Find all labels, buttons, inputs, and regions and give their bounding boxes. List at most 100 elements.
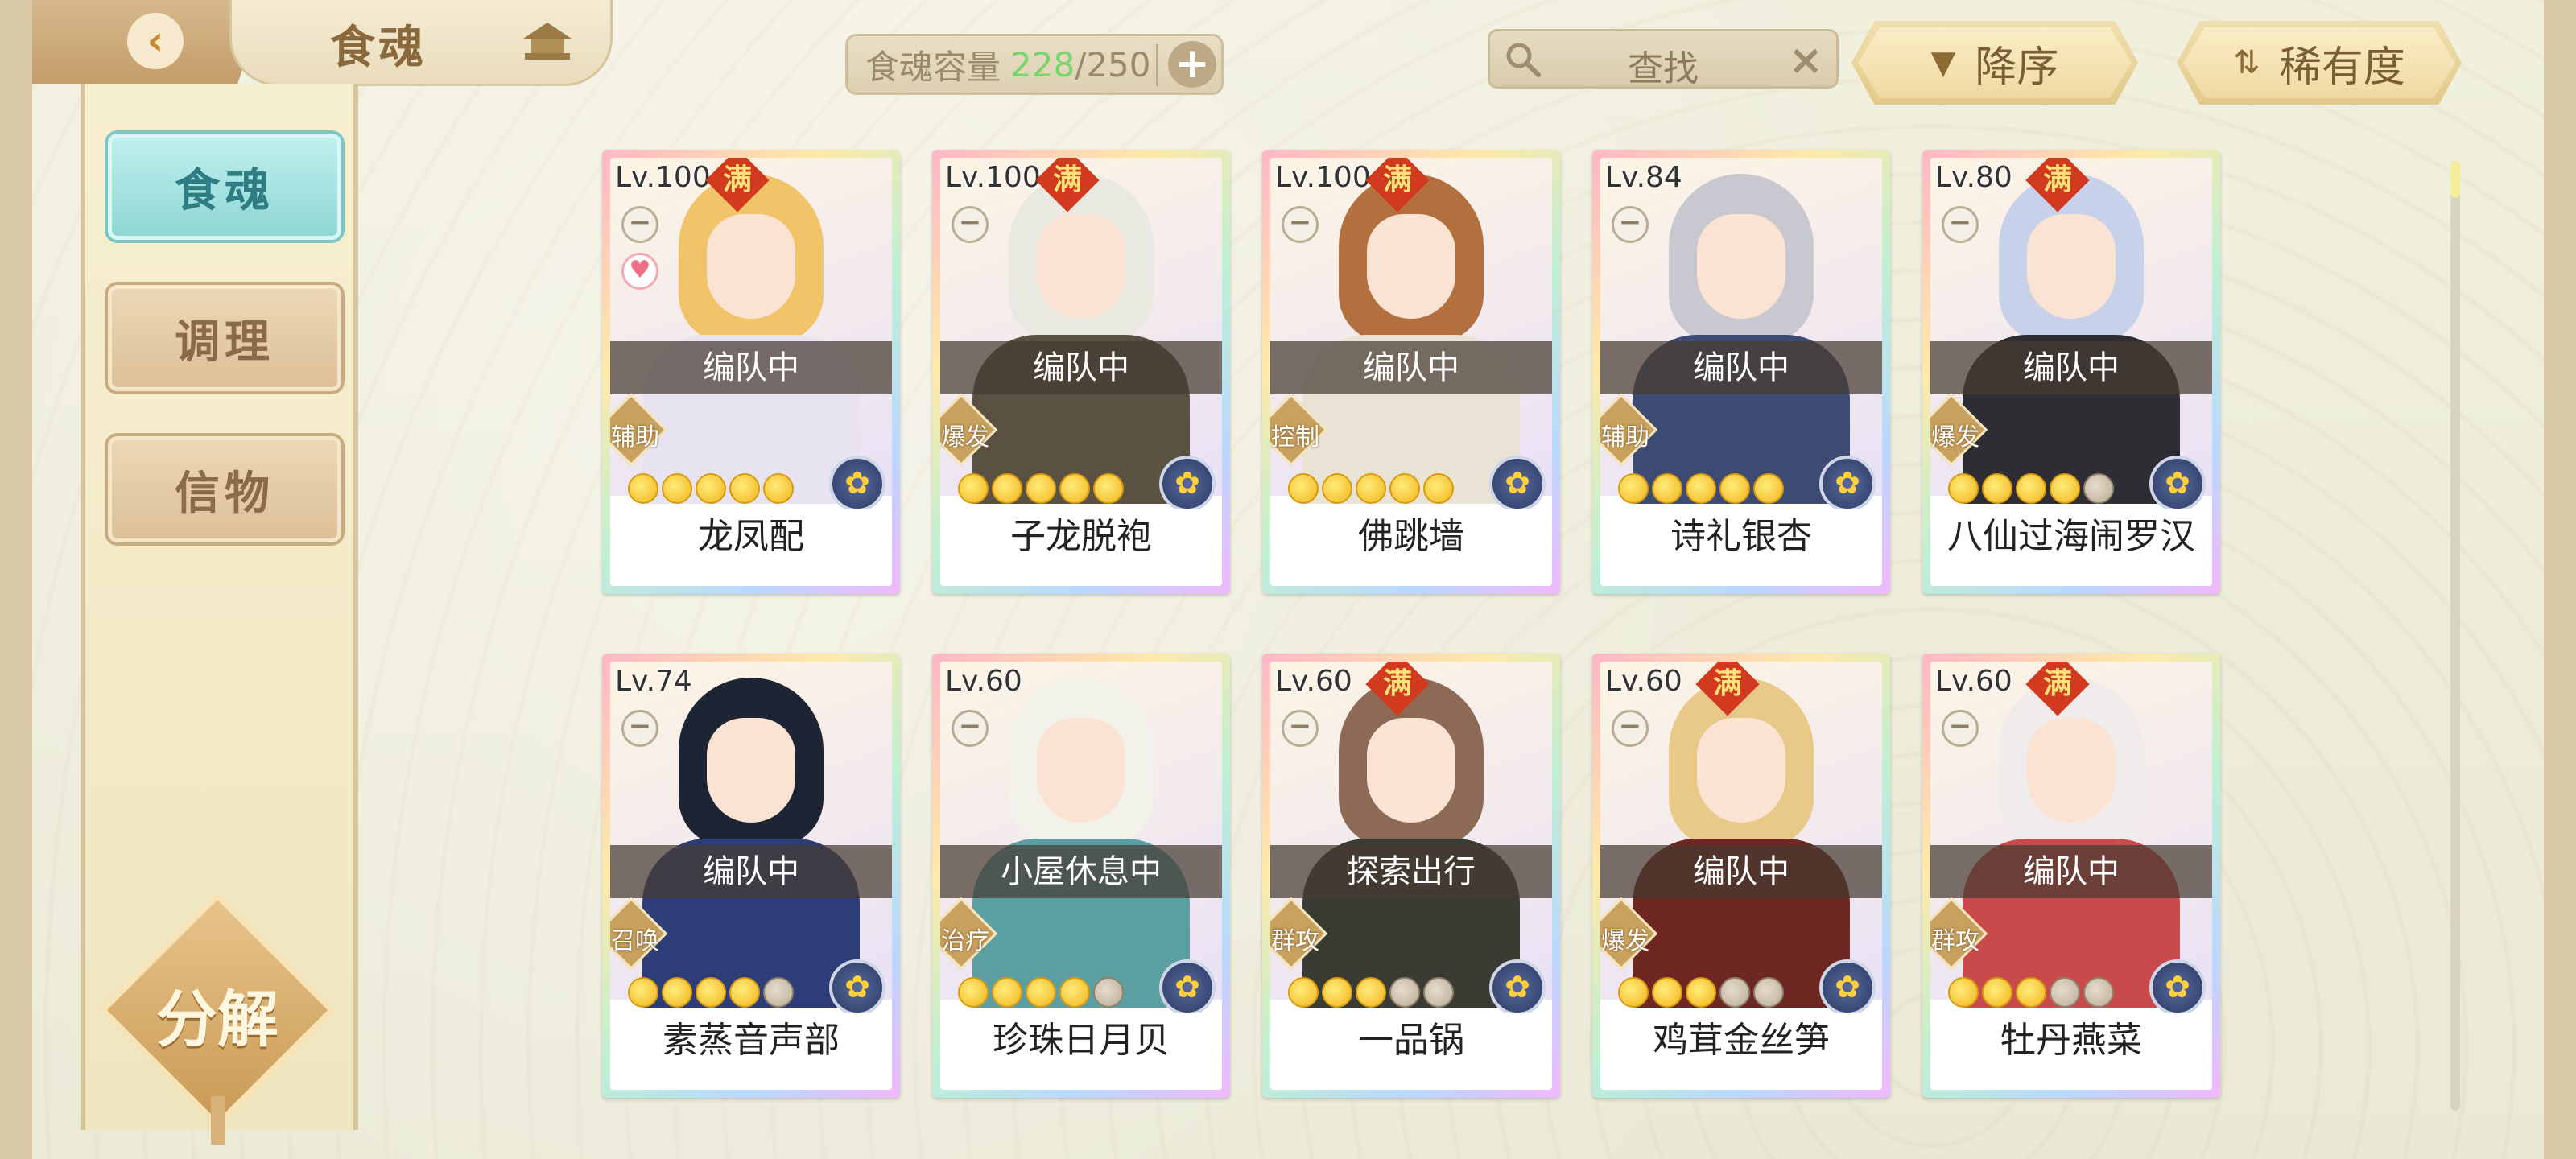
food-soul-card[interactable]: Lv.84 − 编队中 辅助 ✿ 诗礼银杏	[1592, 150, 1890, 594]
star-gem-icon	[1026, 977, 1056, 1008]
food-soul-card[interactable]: Lv.100 满 − 编队中 控制 ✿ 佛跳墙	[1262, 150, 1560, 594]
flower-icon: ✿	[829, 456, 886, 512]
card-inner: Lv.80 满 − 编队中 爆发 ✿ 八仙过海闹罗汉	[1930, 158, 2212, 586]
star-rating	[1618, 977, 1784, 1008]
star-gem-icon	[2050, 977, 2080, 1008]
lock-toggle-icon[interactable]: −	[952, 206, 989, 243]
card-name: 鸡茸金丝笋	[1600, 1013, 1882, 1069]
flower-icon: ✿	[1489, 959, 1546, 1016]
chevron-left-icon[interactable]: ‹	[127, 13, 184, 69]
star-gem-icon	[1356, 473, 1386, 504]
star-gem-icon	[628, 977, 658, 1008]
star-gem-icon	[992, 977, 1022, 1008]
food-soul-card[interactable]: Lv.80 满 − 编队中 爆发 ✿ 八仙过海闹罗汉	[1922, 150, 2220, 594]
flower-icon: ✿	[2149, 959, 2206, 1016]
star-gem-icon	[1093, 473, 1124, 504]
role-label: 群攻	[1931, 927, 1979, 955]
card-name: 诗礼银杏	[1600, 509, 1882, 565]
star-gem-icon	[1948, 977, 1979, 1008]
lock-toggle-icon[interactable]: −	[1942, 710, 1979, 747]
card-inner: Lv.100 满 − ♥ 编队中 辅助 ✿ 龙凤配	[610, 158, 892, 586]
max-level-text: 满	[1052, 163, 1083, 196]
level-label: Lv.100	[945, 161, 1041, 194]
role-label: 辅助	[1601, 423, 1649, 452]
star-rating	[1948, 977, 2114, 1008]
star-gem-icon	[2050, 473, 2080, 504]
star-gem-icon	[1618, 473, 1649, 504]
card-name: 牡丹燕菜	[1930, 1013, 2212, 1069]
max-level-text: 满	[1382, 666, 1413, 700]
star-gem-icon	[1389, 473, 1420, 504]
lock-toggle-icon[interactable]: −	[1282, 710, 1319, 747]
role-label: 爆发	[1601, 927, 1649, 955]
star-gem-icon	[1288, 473, 1319, 504]
star-gem-icon	[1423, 473, 1454, 504]
card-name: 八仙过海闹罗汉	[1930, 509, 2212, 565]
level-label: Lv.60	[1935, 665, 2013, 698]
role-label: 爆发	[941, 423, 989, 452]
star-gem-icon	[1982, 977, 2013, 1008]
sort-arrows-icon: ⇅	[2233, 44, 2260, 81]
character-face	[1037, 718, 1125, 823]
lock-toggle-icon[interactable]: −	[621, 710, 658, 747]
food-soul-card[interactable]: Lv.60 满 − 编队中 爆发 ✿ 鸡茸金丝笋	[1592, 654, 1890, 1098]
food-soul-card[interactable]: Lv.100 满 − ♥ 编队中 辅助 ✿ 龙凤配	[602, 150, 900, 594]
star-gem-icon	[958, 977, 989, 1008]
scroll-thumb[interactable]	[2450, 161, 2460, 198]
food-soul-card[interactable]: Lv.100 满 − 编队中 爆发 ✿ 子龙脱袍	[932, 150, 1230, 594]
search-input[interactable]: 查找 ×	[1488, 29, 1839, 89]
character-face	[707, 718, 795, 823]
level-label: Lv.100	[615, 161, 711, 194]
star-rating	[1948, 473, 2114, 504]
scrollbar[interactable]	[2450, 161, 2460, 1111]
star-gem-icon	[662, 977, 692, 1008]
level-label: Lv.60	[1275, 665, 1352, 698]
character-face	[1367, 214, 1455, 319]
capacity-used: 228	[1010, 44, 1075, 85]
status-banner: 编队中	[1600, 341, 1882, 394]
sidebar-item-tokens[interactable]: 信物	[108, 436, 341, 542]
character-face	[707, 214, 795, 319]
card-name: 佛跳墙	[1270, 509, 1552, 565]
star-gem-icon	[1059, 473, 1090, 504]
star-gem-icon	[1753, 473, 1784, 504]
pagoda-icon[interactable]	[515, 18, 580, 66]
food-soul-card[interactable]: Lv.60 满 − 探索出行 群攻 ✿ 一品锅	[1262, 654, 1560, 1098]
max-level-text: 满	[2042, 666, 2073, 700]
food-soul-card[interactable]: Lv.60 满 − 编队中 群攻 ✿ 牡丹燕菜	[1922, 654, 2220, 1098]
status-banner: 探索出行	[1270, 845, 1552, 898]
lock-toggle-icon[interactable]: −	[1612, 206, 1649, 243]
star-gem-icon	[1322, 977, 1352, 1008]
card-inner: Lv.60 满 − 编队中 群攻 ✿ 牡丹燕菜	[1930, 662, 2212, 1090]
rarity-filter-button[interactable]: ⇅ 稀有度	[2177, 21, 2462, 105]
star-gem-icon	[2083, 473, 2114, 504]
lock-toggle-icon[interactable]: −	[621, 206, 658, 243]
lock-toggle-icon[interactable]: −	[952, 710, 989, 747]
role-label: 爆发	[1931, 423, 1979, 452]
card-name: 珍珠日月贝	[940, 1013, 1222, 1069]
sort-order-button[interactable]: ▼ 降序	[1852, 21, 2138, 105]
sidebar-item-conditioning[interactable]: 调理	[108, 285, 341, 391]
card-inner: Lv.60 满 − 编队中 爆发 ✿ 鸡茸金丝笋	[1600, 662, 1882, 1090]
food-soul-card[interactable]: Lv.74 − 编队中 召唤 ✿ 素蒸音声部	[602, 654, 900, 1098]
star-rating	[1288, 473, 1454, 504]
clear-search-icon[interactable]: ×	[1788, 36, 1823, 85]
food-soul-card[interactable]: Lv.60 − 小屋休息中 治疗 ✿ 珍珠日月贝	[932, 654, 1230, 1098]
star-gem-icon	[1686, 977, 1716, 1008]
star-rating	[628, 473, 794, 504]
max-level-text: 满	[1712, 666, 1743, 700]
card-name: 子龙脱袍	[940, 509, 1222, 565]
flower-icon: ✿	[1159, 959, 1216, 1016]
star-gem-icon	[958, 473, 989, 504]
lock-toggle-icon[interactable]: −	[1612, 710, 1649, 747]
star-gem-icon	[628, 473, 658, 504]
decompose-label[interactable]: 分解	[129, 970, 306, 1058]
add-capacity-button[interactable]: +	[1168, 41, 1216, 88]
max-level-text: 满	[722, 163, 753, 196]
sidebar-item-food-souls[interactable]: 食魂	[108, 134, 341, 240]
star-gem-icon	[1026, 473, 1056, 504]
star-rating	[1288, 977, 1454, 1008]
lock-toggle-icon[interactable]: −	[1942, 206, 1979, 243]
lock-toggle-icon[interactable]: −	[1282, 206, 1319, 243]
status-banner: 小屋休息中	[940, 845, 1222, 898]
